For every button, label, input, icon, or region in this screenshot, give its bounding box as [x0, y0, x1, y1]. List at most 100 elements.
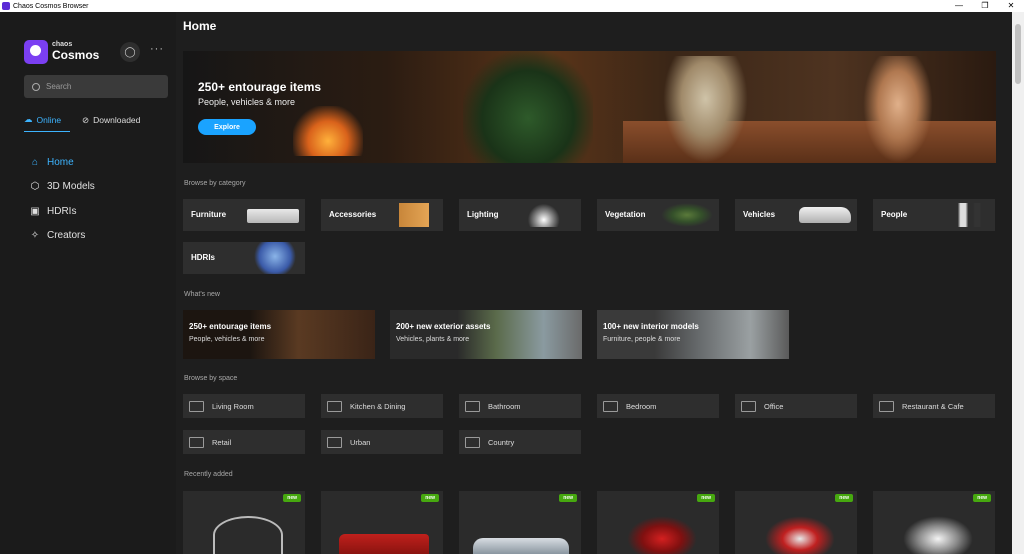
- red-white-motorcycle-thumbnail: [765, 516, 835, 554]
- brand-small: chaos: [52, 41, 73, 48]
- chair-thumbnail-icon: [399, 203, 429, 227]
- sidebar-item-label: 3D Models: [47, 181, 95, 193]
- category-lighting[interactable]: Lighting: [459, 199, 581, 231]
- whats-new-card[interactable]: 100+ new interior models Furniture, peop…: [597, 310, 789, 359]
- dining-table-icon: [327, 400, 342, 412]
- restore-button[interactable]: ❐: [972, 0, 998, 12]
- sofa-thumbnail-icon: [247, 209, 299, 223]
- category-label: Accessories: [329, 210, 377, 219]
- man-figure-image: [663, 56, 748, 163]
- explore-button[interactable]: Explore: [198, 119, 256, 135]
- space-label: Kitchen & Dining: [350, 401, 406, 411]
- cosmos-logo-icon: [24, 40, 48, 64]
- tab-online-label: Online: [36, 114, 62, 125]
- space-label: Bedroom: [626, 401, 657, 411]
- space-label: Bathroom: [488, 401, 521, 411]
- category-people[interactable]: People: [873, 199, 995, 231]
- sidebar-item-3d-models[interactable]: ⬡ 3D Models: [30, 175, 95, 200]
- recent-item[interactable]: new: [735, 491, 857, 554]
- new-badge: new: [559, 494, 577, 502]
- car-thumbnail-icon: [799, 207, 851, 223]
- christmas-tree-image: [463, 51, 593, 163]
- new-badge: new: [973, 494, 991, 502]
- search-icon: [32, 82, 40, 91]
- card-subtitle: Vehicles, plants & more: [396, 336, 470, 343]
- tab-downloaded[interactable]: ⊘ Downloaded: [82, 112, 140, 132]
- category-label: Vegetation: [605, 210, 646, 219]
- recent-item[interactable]: new: [183, 491, 305, 554]
- sparkle-icon: ✧: [30, 230, 40, 242]
- space-retail[interactable]: Retail: [183, 430, 305, 454]
- home-icon: ⌂: [31, 156, 39, 168]
- sidebar-item-hdris[interactable]: ▣ HDRIs: [30, 199, 95, 224]
- recent-item[interactable]: new: [459, 491, 581, 554]
- main-content: Home 250+ entourage items People, vehicl…: [176, 12, 1012, 554]
- space-bathroom[interactable]: Bathroom: [459, 394, 581, 418]
- card-subtitle: People, vehicles & more: [189, 336, 265, 343]
- desk-icon: [741, 400, 756, 412]
- bathtub-icon: [465, 400, 480, 412]
- recent-item[interactable]: new: [321, 491, 443, 554]
- silver-van-thumbnail: [473, 538, 569, 554]
- red-van-thumbnail: [339, 534, 429, 554]
- category-hdris[interactable]: HDRIs: [183, 242, 305, 274]
- card-title: 100+ new interior models: [603, 322, 699, 331]
- user-account-icon[interactable]: ◯: [120, 42, 140, 62]
- search-input[interactable]: Search: [24, 75, 168, 98]
- category-vehicles[interactable]: Vehicles: [735, 199, 857, 231]
- bed-icon: [603, 400, 618, 412]
- category-accessories[interactable]: Accessories: [321, 199, 443, 231]
- source-tabs: ☁ Online ⊘ Downloaded: [24, 112, 168, 132]
- sidebar-item-creators[interactable]: ✧ Creators: [30, 224, 95, 249]
- category-vegetation[interactable]: Vegetation: [597, 199, 719, 231]
- buildings-icon: [327, 436, 342, 448]
- minimize-button[interactable]: —: [946, 0, 972, 12]
- vertical-scrollbar[interactable]: [1012, 12, 1024, 554]
- whats-new-card[interactable]: 250+ entourage items People, vehicles & …: [183, 310, 375, 359]
- sidebar-item-home[interactable]: ⌂ Home: [30, 150, 95, 175]
- sidebar-item-label: Creators: [47, 230, 86, 242]
- white-motorcycle-thumbnail: [903, 516, 973, 554]
- space-label: Office: [764, 401, 784, 411]
- tab-online[interactable]: ☁ Online: [24, 112, 70, 132]
- whats-new-card[interactable]: 200+ new exterior assets Vehicles, plant…: [390, 310, 582, 359]
- space-bedroom[interactable]: Bedroom: [597, 394, 719, 418]
- recent-item[interactable]: new: [873, 491, 995, 554]
- close-button[interactable]: ✕: [998, 0, 1024, 12]
- card-title: 250+ entourage items: [189, 322, 272, 331]
- cube-icon: ⬡: [30, 181, 40, 193]
- search-placeholder: Search: [46, 82, 72, 91]
- space-label: Retail: [212, 437, 232, 447]
- space-label: Restaurant & Cafe: [902, 401, 964, 411]
- space-urban[interactable]: Urban: [321, 430, 443, 454]
- new-badge: new: [835, 494, 853, 502]
- red-motorcycle-thumbnail: [627, 516, 697, 554]
- card-title: 200+ new exterior assets: [396, 322, 491, 331]
- sidebar-item-label: Home: [47, 156, 74, 168]
- shop-icon: [189, 436, 204, 448]
- category-label: Vehicles: [743, 210, 776, 219]
- window-titlebar: Chaos Cosmos Browser — ❐ ✕: [0, 0, 1024, 12]
- space-restaurant-cafe[interactable]: Restaurant & Cafe: [873, 394, 995, 418]
- hero-banner[interactable]: 250+ entourage items People, vehicles & …: [183, 51, 996, 163]
- space-office[interactable]: Office: [735, 394, 857, 418]
- space-kitchen-dining[interactable]: Kitchen & Dining: [321, 394, 443, 418]
- whats-new-label: What's new: [184, 291, 220, 298]
- more-options-button[interactable]: ···: [150, 43, 164, 55]
- brand-name: Cosmos: [52, 48, 100, 62]
- space-living-room[interactable]: Living Room: [183, 394, 305, 418]
- sidebar: chaos Cosmos ◯ ··· Search ☁ Online ⊘ Dow…: [0, 12, 176, 554]
- new-badge: new: [421, 494, 439, 502]
- category-label: HDRIs: [191, 253, 216, 262]
- space-label: Urban: [350, 437, 371, 447]
- check-circle-icon: ⊘: [82, 114, 90, 125]
- hdri-sphere-thumbnail-icon: [245, 242, 305, 274]
- space-country[interactable]: Country: [459, 430, 581, 454]
- page-title: Home: [183, 19, 217, 33]
- recent-item[interactable]: new: [597, 491, 719, 554]
- scrollbar-thumb[interactable]: [1015, 24, 1021, 84]
- space-label: Country: [488, 437, 515, 447]
- plant-thumbnail-icon: [661, 203, 713, 227]
- cloud-icon: ☁: [24, 114, 33, 124]
- category-furniture[interactable]: Furniture: [183, 199, 305, 231]
